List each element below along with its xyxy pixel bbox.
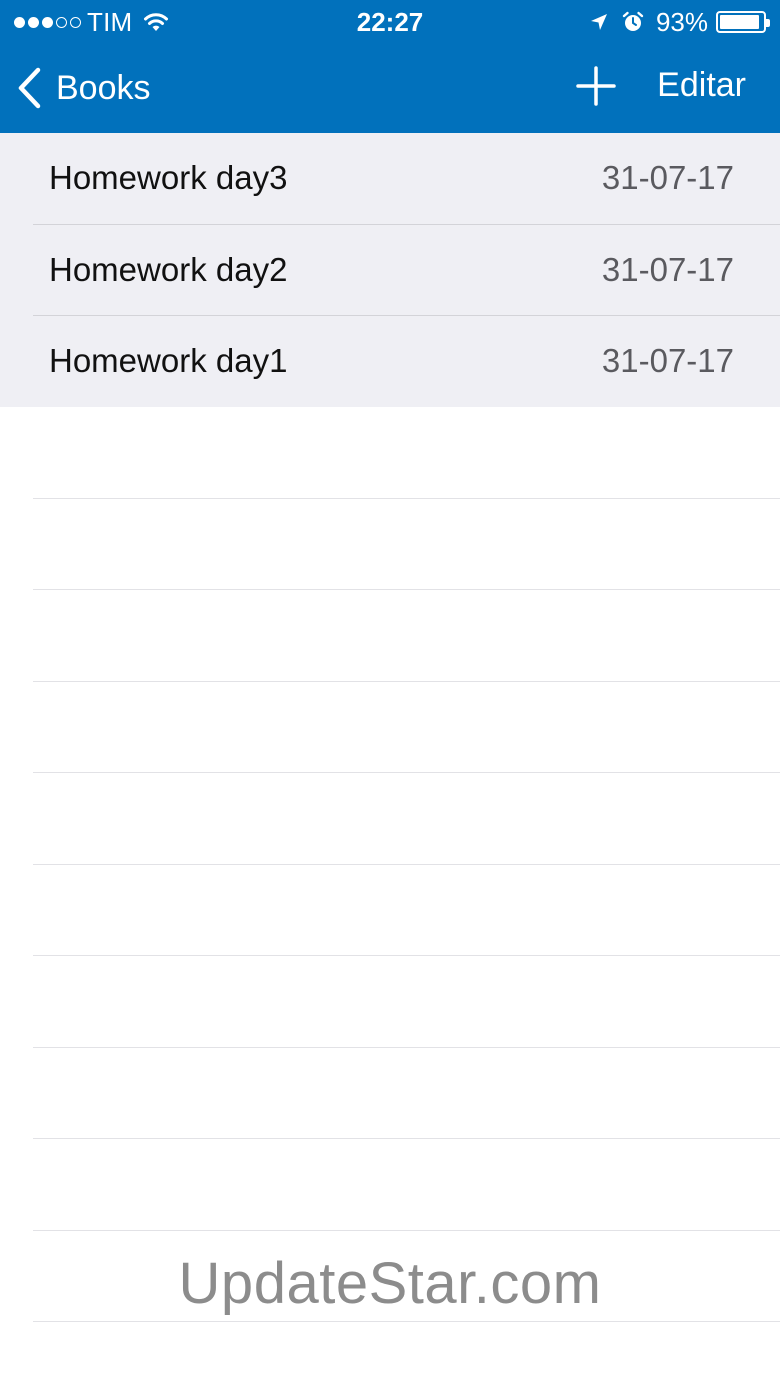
empty-row <box>0 773 780 865</box>
battery-cap <box>766 19 770 27</box>
list-item-title: Homework day1 <box>49 342 288 379</box>
empty-row <box>0 1139 780 1231</box>
screen: TIM 22:27 93% Books Editar Homework day3… <box>0 0 780 1387</box>
list-item[interactable]: Homework day2 31-07-17 <box>0 224 780 316</box>
alarm-clock-icon <box>622 11 644 31</box>
status-right: 93% <box>590 6 770 37</box>
empty-row <box>0 681 780 773</box>
back-button[interactable]: Books <box>16 64 151 112</box>
watermark: UpdateStar.com <box>178 1251 602 1316</box>
empty-row <box>0 498 780 590</box>
empty-row <box>0 864 780 956</box>
header: TIM 22:27 93% Books Editar <box>0 0 780 133</box>
battery-percent: 93% <box>655 6 708 37</box>
list-item[interactable]: Homework day3 31-07-17 <box>0 133 780 225</box>
empty-list-area <box>0 407 780 1322</box>
navigation-bar: Books Editar <box>0 44 780 133</box>
empty-row <box>0 1047 780 1139</box>
list-item-title: Homework day3 <box>49 159 288 196</box>
list-item-date: 31-07-17 <box>601 342 734 379</box>
list-item-date: 31-07-17 <box>601 159 734 196</box>
edit-button[interactable]: Editar <box>657 66 746 105</box>
status-bar: TIM 22:27 93% <box>0 0 780 44</box>
list-item[interactable]: Homework day1 31-07-17 <box>0 316 780 408</box>
list-item-date: 31-07-17 <box>601 250 734 288</box>
battery-icon <box>716 11 770 33</box>
list-item-title: Homework day2 <box>49 250 288 288</box>
battery-fill <box>720 15 759 29</box>
location-arrow-icon <box>590 14 607 30</box>
empty-row <box>0 590 780 682</box>
empty-row <box>0 956 780 1048</box>
back-button-label: Books <box>56 68 151 107</box>
chevron-left-icon <box>18 67 41 109</box>
plus-icon[interactable] <box>574 64 618 108</box>
homework-list: Homework day3 31-07-17 Homework day2 31-… <box>0 133 780 408</box>
empty-row <box>0 407 780 499</box>
